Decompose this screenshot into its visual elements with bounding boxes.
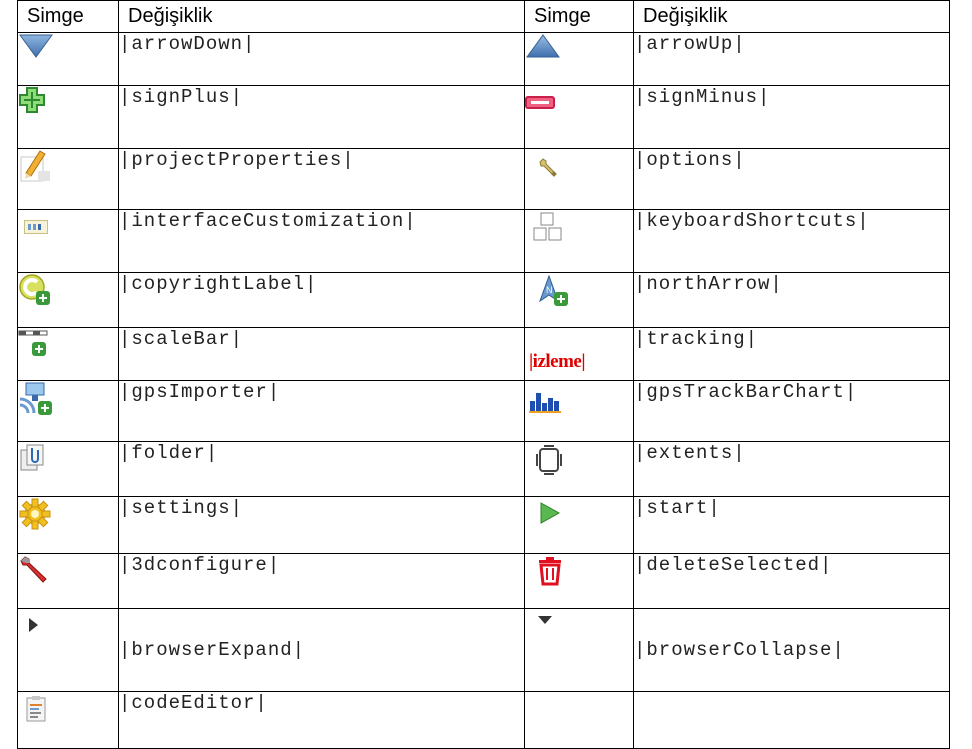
gps-track-bar-chart-icon (529, 389, 561, 413)
browser-collapse-triangle-icon (538, 616, 552, 624)
scale-bar-icon (18, 330, 48, 356)
table-cell-code: |deleteSelected| (633, 553, 950, 609)
code-editor-icon (26, 696, 46, 722)
interface-customization-icon (24, 220, 48, 234)
north-arrow-icon: N (539, 275, 568, 306)
header-change: Değişiklik (118, 0, 525, 33)
table-cell-code: |keyboardShortcuts| (633, 209, 950, 273)
table-cell-code: |arrowUp| (633, 32, 950, 86)
table-cell-code: |folder| (118, 441, 525, 497)
table-row: |settings| |start| (17, 496, 950, 554)
table-row: |gpsImporter| |gpsTrackBarChart| (17, 380, 950, 442)
table-row: |folder| |extents| (17, 441, 950, 497)
table-cell-code: |extents| (633, 441, 950, 497)
keyboard-shortcuts-icon (533, 212, 562, 241)
table-cell-code: |browserExpand| (118, 608, 525, 692)
table-cell-code: |copyrightLabel| (118, 272, 525, 328)
table-row: |3dconfigure| |deleteSelected| (17, 553, 950, 609)
table-cell-code: |scaleBar| (118, 327, 525, 381)
3d-configure-wrench-icon (20, 556, 47, 583)
table-cell-code: |gpsTrackBarChart| (633, 380, 950, 442)
sign-plus-icon (19, 87, 45, 113)
table-cell-code: |signMinus| (633, 85, 950, 149)
arrow-down-icon (19, 34, 53, 58)
settings-gear-icon (19, 498, 51, 530)
empty-cell (524, 691, 634, 749)
tracking-text-image: |izleme| (529, 351, 586, 372)
table-cell-code: |arrowDown| (118, 32, 525, 86)
table-row: |arrowDown| |arrowUp| (17, 32, 950, 86)
arrow-up-icon (526, 34, 560, 58)
table-header-row: Simge Değişiklik Simge Değişiklik (17, 0, 950, 33)
folder-icon (20, 444, 44, 471)
header-icon: Simge (17, 0, 119, 33)
icon-change-table: Simge Değişiklik Simge Değişiklik |arrow… (17, 0, 950, 749)
start-play-icon (540, 502, 561, 524)
table-row: |projectProperties| |options| (17, 148, 950, 210)
table-row: |codeEditor| (17, 691, 950, 749)
table-cell-code: |signPlus| (118, 85, 525, 149)
table-cell-code: |tracking| (633, 327, 950, 381)
table-cell-code: |gpsImporter| (118, 380, 525, 442)
table-cell-code: |interfaceCustomization| (118, 209, 525, 273)
svg-text:N: N (546, 285, 553, 295)
table-cell-code: |settings| (118, 496, 525, 554)
browser-expand-triangle-icon (29, 618, 38, 632)
table-cell-code: |3dconfigure| (118, 553, 525, 609)
table-cell-code: |codeEditor| (118, 691, 525, 749)
options-wrench-icon (539, 158, 557, 177)
header-change-2: Değişiklik (633, 0, 950, 33)
table-row: |interfaceCustomization| |keyboardShortc… (17, 209, 950, 273)
table-row: |signPlus| |signMinus| (17, 85, 950, 149)
project-properties-icon (20, 150, 50, 182)
table-row: |copyrightLabel| N |northArrow| (17, 272, 950, 328)
table-cell-code: |northArrow| (633, 272, 950, 328)
table-cell-code: |start| (633, 496, 950, 554)
table-row: |scaleBar| |izleme| |tracking| (17, 327, 950, 381)
table-cell-code: |projectProperties| (118, 148, 525, 210)
table-cell-code: |options| (633, 148, 950, 210)
delete-selected-trash-icon (539, 557, 561, 586)
empty-cell (633, 691, 950, 749)
header-icon-2: Simge (524, 0, 634, 33)
table-cell-code: |browserCollapse| (633, 608, 950, 692)
extents-icon (536, 445, 562, 475)
gps-importer-icon (19, 382, 52, 415)
table-row: |browserExpand| |browserCollapse| (17, 608, 950, 692)
copyright-label-icon (19, 274, 50, 305)
sign-minus-icon (525, 96, 555, 109)
